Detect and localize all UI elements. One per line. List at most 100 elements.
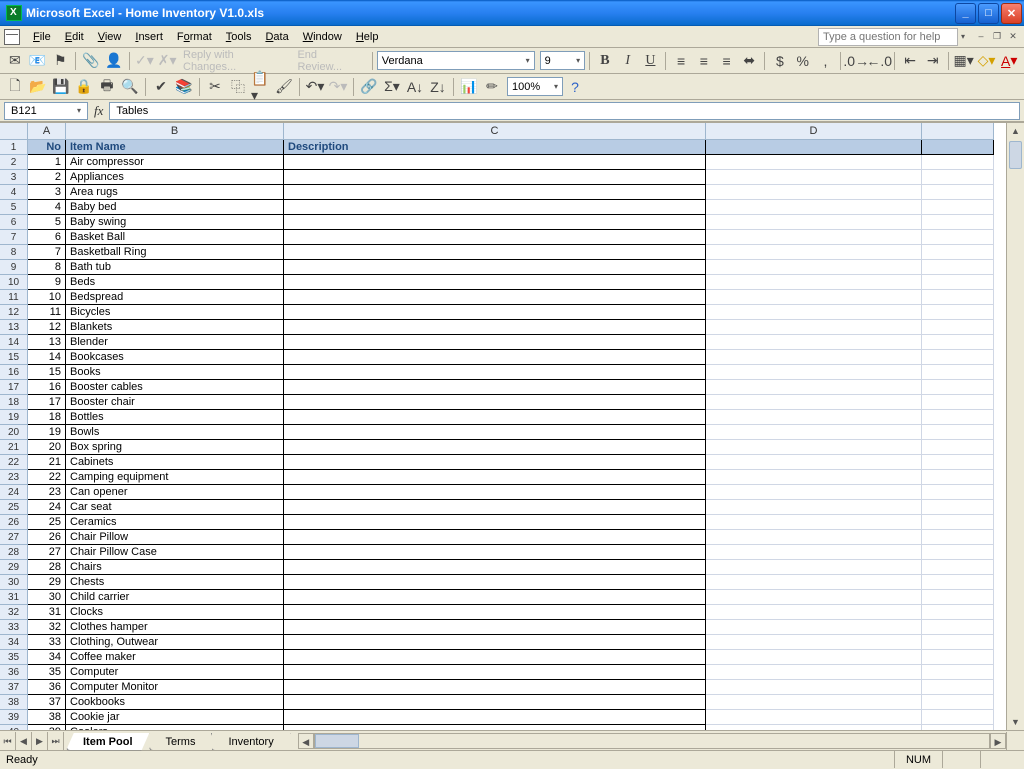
cell[interactable] — [922, 710, 994, 725]
cell[interactable] — [706, 350, 922, 365]
cell[interactable] — [284, 590, 706, 605]
cell[interactable] — [922, 605, 994, 620]
row-header[interactable]: 11 — [0, 290, 28, 305]
window-minimize-button[interactable]: _ — [955, 3, 976, 24]
cell[interactable] — [706, 365, 922, 380]
cell[interactable] — [922, 335, 994, 350]
cell[interactable]: 35 — [28, 665, 66, 680]
align-right-icon[interactable]: ≡ — [716, 50, 738, 72]
help-dropdown-icon[interactable]: ▾ — [958, 32, 968, 41]
cell[interactable]: Bath tub — [66, 260, 284, 275]
cell[interactable] — [706, 335, 922, 350]
cell[interactable] — [706, 680, 922, 695]
sheet-tab-terms[interactable]: Terms — [149, 733, 213, 751]
cell[interactable] — [284, 515, 706, 530]
chart-wizard-icon[interactable]: 📊 — [458, 76, 480, 98]
cell[interactable]: 19 — [28, 425, 66, 440]
row-header[interactable]: 12 — [0, 305, 28, 320]
cell[interactable] — [706, 275, 922, 290]
row-header[interactable]: 27 — [0, 530, 28, 545]
doc-close-button[interactable]: ✕ — [1006, 31, 1020, 43]
underline-button[interactable]: U — [640, 50, 662, 72]
cell[interactable] — [922, 380, 994, 395]
cell[interactable]: Item Name — [66, 140, 284, 155]
row-header[interactable]: 1 — [0, 140, 28, 155]
cell[interactable]: 27 — [28, 545, 66, 560]
cell[interactable] — [706, 425, 922, 440]
bold-button[interactable]: B — [594, 50, 616, 72]
row-header[interactable]: 7 — [0, 230, 28, 245]
cell[interactable]: Bottles — [66, 410, 284, 425]
worksheet-icon[interactable] — [4, 29, 20, 45]
cell[interactable] — [284, 575, 706, 590]
row-header[interactable]: 16 — [0, 365, 28, 380]
cell[interactable]: 38 — [28, 710, 66, 725]
cell[interactable] — [706, 260, 922, 275]
cell[interactable]: 10 — [28, 290, 66, 305]
cell[interactable] — [922, 230, 994, 245]
cell[interactable]: 34 — [28, 650, 66, 665]
cell[interactable]: 33 — [28, 635, 66, 650]
cell[interactable] — [284, 635, 706, 650]
research-icon[interactable]: 📚 — [173, 76, 195, 98]
cell[interactable]: 12 — [28, 320, 66, 335]
copy-icon[interactable]: ⿻ — [227, 76, 249, 98]
cell[interactable] — [284, 455, 706, 470]
help-search-input[interactable] — [818, 28, 958, 46]
cell[interactable] — [706, 215, 922, 230]
cell[interactable]: Bowls — [66, 425, 284, 440]
window-maximize-button[interactable]: □ — [978, 3, 999, 24]
cell[interactable] — [284, 680, 706, 695]
cell[interactable] — [922, 215, 994, 230]
cell[interactable] — [284, 710, 706, 725]
menu-format[interactable]: Format — [170, 29, 219, 45]
borders-icon[interactable]: ▦▾ — [953, 50, 975, 72]
cell[interactable]: Air compressor — [66, 155, 284, 170]
cell[interactable] — [922, 530, 994, 545]
cell[interactable]: Chests — [66, 575, 284, 590]
cell[interactable] — [706, 605, 922, 620]
cell[interactable] — [284, 530, 706, 545]
font-name-combo[interactable]: Verdana▾ — [377, 51, 535, 70]
cell[interactable]: Camping equipment — [66, 470, 284, 485]
row-header[interactable]: 18 — [0, 395, 28, 410]
fill-color-icon[interactable]: ◇▾ — [976, 50, 998, 72]
cell[interactable] — [922, 680, 994, 695]
cell[interactable] — [284, 620, 706, 635]
doc-restore-button[interactable]: ❐ — [990, 31, 1004, 43]
cell[interactable]: 5 — [28, 215, 66, 230]
sort-desc-icon[interactable]: Z↓ — [427, 76, 449, 98]
cell[interactable] — [922, 410, 994, 425]
scroll-left-icon[interactable]: ◀ — [298, 733, 314, 749]
cell[interactable] — [922, 650, 994, 665]
cell[interactable]: Basket Ball — [66, 230, 284, 245]
cell[interactable] — [284, 395, 706, 410]
cell[interactable] — [922, 515, 994, 530]
vscroll-thumb[interactable] — [1009, 141, 1022, 169]
cell[interactable] — [922, 620, 994, 635]
cell[interactable] — [922, 560, 994, 575]
new-file-icon[interactable]: 🗋 — [4, 76, 26, 98]
cell[interactable] — [706, 485, 922, 500]
cell[interactable]: Books — [66, 365, 284, 380]
currency-icon[interactable]: $ — [769, 50, 791, 72]
cell[interactable]: 16 — [28, 380, 66, 395]
row-header[interactable]: 38 — [0, 695, 28, 710]
cell[interactable] — [284, 665, 706, 680]
cell[interactable] — [284, 335, 706, 350]
cell[interactable]: Chair Pillow Case — [66, 545, 284, 560]
cell[interactable] — [706, 710, 922, 725]
cell[interactable] — [922, 185, 994, 200]
cell[interactable]: Baby swing — [66, 215, 284, 230]
cell[interactable] — [706, 515, 922, 530]
cell[interactable]: Description — [284, 140, 706, 155]
cell[interactable] — [284, 275, 706, 290]
cell[interactable] — [922, 200, 994, 215]
row-header[interactable]: 20 — [0, 425, 28, 440]
cell[interactable] — [706, 290, 922, 305]
cell[interactable] — [284, 605, 706, 620]
cell[interactable] — [922, 575, 994, 590]
row-header[interactable]: 14 — [0, 335, 28, 350]
comma-icon[interactable]: , — [815, 50, 837, 72]
percent-icon[interactable]: % — [792, 50, 814, 72]
